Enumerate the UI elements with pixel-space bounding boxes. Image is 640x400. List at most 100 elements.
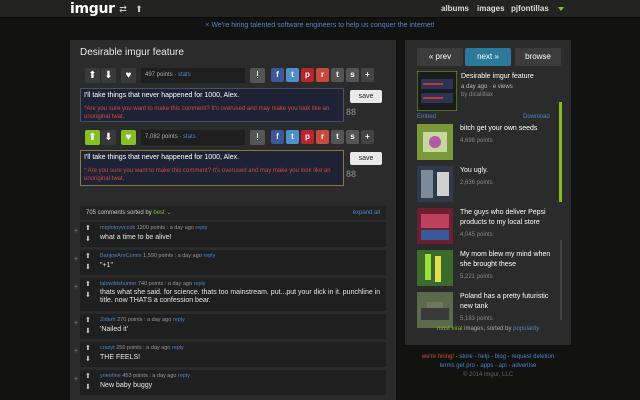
upvote-icon[interactable]: ⬆ <box>85 280 91 288</box>
downvote-icon[interactable]: ⬇ <box>85 355 91 363</box>
reply-link[interactable]: reply <box>203 253 215 259</box>
chevron-down-icon[interactable] <box>558 7 564 11</box>
gallery-item[interactable]: bitch get your own seeds 4,698 points <box>417 124 559 162</box>
gallery-item-points: 5,221 points <box>460 274 493 280</box>
twitter-icon[interactable]: t <box>286 130 299 144</box>
prev-button[interactable]: « prev <box>417 48 463 66</box>
stumble-icon[interactable]: s <box>346 130 359 144</box>
tumblr-icon[interactable]: t <box>331 68 344 82</box>
sort-dropdown[interactable]: best <box>153 210 164 216</box>
save-button[interactable]: save <box>350 90 382 103</box>
twitter-icon[interactable]: t <box>286 68 299 82</box>
footer-link[interactable]: api <box>499 363 507 369</box>
expand-icon[interactable]: + <box>74 348 78 355</box>
reddit-icon[interactable]: r <box>316 68 329 82</box>
stats-link[interactable]: stats <box>178 72 191 78</box>
favorite-button[interactable]: ♥ <box>121 130 136 145</box>
report-button[interactable]: ! <box>250 130 265 145</box>
scrollbar-thumb[interactable] <box>559 102 562 202</box>
comment-author[interactable]: crazyt <box>100 345 115 351</box>
tumblr-icon[interactable]: t <box>331 130 344 144</box>
more-share-icon[interactable]: + <box>361 130 374 144</box>
upvote-icon[interactable]: ⬆ <box>85 344 91 352</box>
upvote-button[interactable]: ⬆ <box>85 68 100 83</box>
downvote-icon[interactable]: ⬇ <box>85 327 91 335</box>
expand-icon[interactable]: + <box>74 256 78 263</box>
downvote-button[interactable]: ⬇ <box>101 68 116 83</box>
reply-link[interactable]: reply <box>173 317 185 323</box>
download-link[interactable]: Download <box>523 114 550 120</box>
upvote-icon[interactable]: ⬆ <box>85 372 91 380</box>
reply-link[interactable]: reply <box>195 225 207 231</box>
footer-link[interactable]: terms <box>440 363 455 369</box>
gallery-item[interactable]: Poland has a pretty futuristic new tank … <box>417 292 559 330</box>
downvote-icon[interactable]: ⬇ <box>85 383 91 391</box>
comment-author[interactable]: Zidarh <box>100 317 116 323</box>
comment-text: "+1" <box>100 262 113 269</box>
comment-author[interactable]: lalowildshunter <box>100 281 136 287</box>
footer-link[interactable]: apps <box>480 363 493 369</box>
footer-link[interactable]: get pro <box>456 363 475 369</box>
scrollbar-track[interactable] <box>560 240 562 320</box>
gallery-item-title: bitch get your own seeds <box>460 125 538 132</box>
current-meta: a day ago · e views <box>461 84 513 90</box>
comment-author[interactable]: mrplotoyvccok <box>100 225 135 231</box>
pinterest-icon[interactable]: p <box>301 130 314 144</box>
points-display: 7,082 points · stats <box>141 130 245 145</box>
sort-popularity-link[interactable]: popularity <box>513 326 539 332</box>
footer-link[interactable]: advertise <box>512 363 536 369</box>
footer-link[interactable]: help <box>478 354 489 360</box>
imgur-logo[interactable]: imgur <box>70 1 115 17</box>
pinterest-icon[interactable]: p <box>301 68 314 82</box>
random-icon[interactable]: ⇄ <box>117 3 129 15</box>
upvote-icon[interactable]: ⬆ <box>85 224 91 232</box>
reply-link[interactable]: reply <box>172 345 184 351</box>
comment-author[interactable]: yoeofine <box>100 373 121 379</box>
gallery-item[interactable]: My mom blew my mind when she brought the… <box>417 250 559 288</box>
hiring-banner[interactable]: × We're hiring talented software enginee… <box>0 19 640 33</box>
downvote-icon[interactable]: ⬇ <box>85 263 91 271</box>
expand-icon[interactable]: + <box>74 284 78 291</box>
stats-link[interactable]: stats <box>183 134 196 140</box>
stumble-icon[interactable]: s <box>346 68 359 82</box>
favorite-button[interactable]: ♥ <box>121 68 136 83</box>
expand-all-link[interactable]: expand all <box>353 206 380 220</box>
reply-link[interactable]: reply <box>178 373 190 379</box>
nav-images[interactable]: images <box>477 4 505 13</box>
comment-box[interactable]: I'll take things that never happened for… <box>80 150 344 186</box>
embed-link[interactable]: Embed <box>417 114 436 120</box>
upload-icon[interactable]: ⬆ <box>133 3 145 15</box>
reddit-icon[interactable]: r <box>316 130 329 144</box>
expand-icon[interactable]: + <box>74 376 78 383</box>
facebook-icon[interactable]: f <box>271 130 284 144</box>
browse-button[interactable]: browse <box>515 48 561 66</box>
comment-text: 'Nailed it' <box>100 326 128 333</box>
user-menu[interactable]: pjfontillas <box>511 4 549 13</box>
chevron-down-icon[interactable]: ⌄ <box>166 210 171 216</box>
upvote-icon[interactable]: ⬆ <box>85 316 91 324</box>
footer-link[interactable]: store <box>459 354 472 360</box>
expand-icon[interactable]: + <box>74 228 78 235</box>
save-button[interactable]: save <box>350 152 382 165</box>
downvote-icon[interactable]: ⬇ <box>85 235 91 243</box>
next-button[interactable]: next » <box>465 48 511 66</box>
gallery-item[interactable]: The guys who deliver Pepsi products to m… <box>417 208 559 246</box>
upvote-button[interactable]: ⬆ <box>85 130 100 145</box>
current-thumbnail[interactable] <box>416 70 458 113</box>
nav-albums[interactable]: albums <box>441 4 469 13</box>
facebook-icon[interactable]: f <box>271 68 284 82</box>
report-button[interactable]: ! <box>250 68 265 83</box>
footer-link[interactable]: blog <box>495 354 506 360</box>
gallery-item[interactable]: You ugly. 2,636 points <box>417 166 559 204</box>
comment-author[interactable]: BanjoeAreComin <box>100 253 142 259</box>
downvote-button[interactable]: ⬇ <box>101 130 116 145</box>
current-author[interactable]: by dicalilliax <box>461 92 493 98</box>
footer-link[interactable]: we're hiring! <box>422 354 454 360</box>
expand-icon[interactable]: + <box>74 320 78 327</box>
comment-box[interactable]: I'll take things that never happened for… <box>80 88 344 122</box>
footer-link[interactable]: request deletion <box>511 354 554 360</box>
downvote-icon[interactable]: ⬇ <box>85 291 91 299</box>
reply-link[interactable]: reply <box>194 281 206 287</box>
upvote-icon[interactable]: ⬆ <box>85 252 91 260</box>
more-share-icon[interactable]: + <box>361 68 374 82</box>
